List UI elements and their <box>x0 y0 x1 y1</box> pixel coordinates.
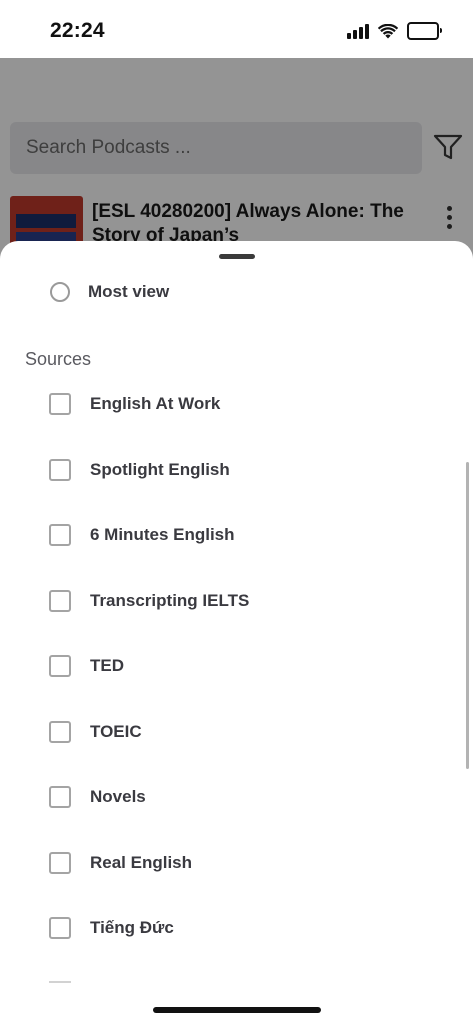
source-item-english-at-work[interactable]: English At Work <box>49 391 249 417</box>
radio-button[interactable] <box>50 282 70 302</box>
source-label: TOEIC <box>90 721 142 741</box>
status-bar: 22:24 <box>0 0 473 58</box>
battery-icon <box>407 22 442 40</box>
source-label: Tiếng Đức <box>90 918 174 937</box>
partial-checkbox-cutoff <box>49 981 71 987</box>
source-label: 6 Minutes English <box>90 525 235 544</box>
filter-bottom-sheet: Most view Sources English At Work Spotli… <box>0 241 473 1023</box>
sources-section-title: Sources <box>25 349 92 369</box>
checkbox[interactable] <box>49 917 71 939</box>
checkbox[interactable] <box>49 393 71 415</box>
cellular-signal-icon <box>347 23 369 39</box>
source-item-spotlight-english[interactable]: Spotlight English <box>49 457 249 483</box>
source-label: Novels <box>90 787 146 806</box>
sources-list: English At Work Spotlight English 6 Minu… <box>49 391 249 981</box>
sheet-grabber-handle[interactable] <box>219 254 255 259</box>
sort-option-label: Most view <box>88 282 170 301</box>
checkbox[interactable] <box>49 524 71 546</box>
checkbox[interactable] <box>49 589 71 612</box>
status-icons <box>347 22 442 40</box>
source-item-tieng-duc[interactable]: Tiếng Đức <box>49 915 249 941</box>
status-time: 22:24 <box>50 19 105 42</box>
wifi-icon <box>378 23 398 38</box>
source-label: TED <box>90 656 124 675</box>
checkbox[interactable] <box>49 655 71 677</box>
checkbox[interactable] <box>49 851 71 874</box>
source-item-transcripting-ielts[interactable]: Transcripting IELTS <box>49 588 249 614</box>
source-label: Spotlight English <box>90 459 230 479</box>
scrollbar[interactable] <box>466 462 469 769</box>
source-item-ted[interactable]: TED <box>49 653 249 679</box>
checkbox[interactable] <box>49 786 71 808</box>
source-label: English At Work <box>90 394 221 413</box>
checkbox[interactable] <box>49 458 71 481</box>
source-item-novels[interactable]: Novels <box>49 784 249 810</box>
source-label: Real English <box>90 852 193 872</box>
source-item-6-minutes-english[interactable]: 6 Minutes English <box>49 522 249 548</box>
source-item-toeic[interactable]: TOEIC <box>49 719 249 745</box>
checkbox[interactable] <box>49 720 71 743</box>
source-label: Transcripting IELTS <box>90 590 250 610</box>
source-item-real-english[interactable]: Real English <box>49 850 249 876</box>
home-indicator[interactable] <box>153 1007 321 1013</box>
sort-option-most-view[interactable]: Most view <box>50 279 169 305</box>
